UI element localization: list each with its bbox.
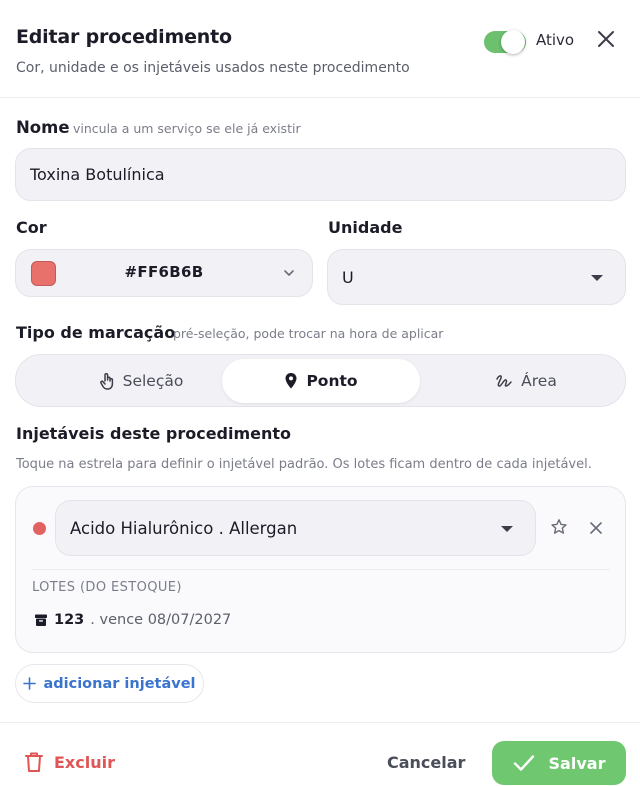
dialog-footer: Excluir Cancelar Salvar <box>0 722 640 786</box>
delete-label: Excluir <box>54 752 115 772</box>
name-hint: vincula a um serviço se ele já existir <box>73 121 301 136</box>
lots-label: LOTES (DO ESTOQUE) <box>32 580 182 595</box>
active-toggle[interactable] <box>484 30 526 54</box>
save-button[interactable]: Salvar <box>492 741 626 785</box>
set-default-star-button[interactable] <box>550 518 568 540</box>
color-value: #FF6B6B <box>124 263 204 281</box>
hand-pointer-icon <box>99 373 113 390</box>
color-label: Cor <box>16 218 47 237</box>
trash-icon <box>25 752 43 772</box>
caret-down-icon <box>501 526 513 532</box>
cancel-button[interactable]: Cancelar <box>387 753 465 772</box>
injectable-color-dot <box>33 522 46 535</box>
save-label: Salvar <box>548 753 606 773</box>
caret-down-icon <box>591 275 603 281</box>
segment-selecao-label: Seleção <box>122 372 184 390</box>
archive-box-icon <box>35 614 47 626</box>
unit-label: Unidade <box>328 218 403 237</box>
segment-ponto-label: Ponto <box>306 372 358 390</box>
dialog-subtitle: Cor, unidade e os injetáveis usados nest… <box>16 60 410 76</box>
toggle-knob <box>501 30 525 54</box>
name-input[interactable]: Toxina Botulínica <box>15 148 626 201</box>
dialog-title: Editar procedimento <box>16 26 232 48</box>
segment-selecao[interactable]: Seleção <box>66 359 216 403</box>
lot-number: 123 <box>54 612 85 628</box>
close-icon <box>590 522 602 534</box>
unit-value: U <box>342 267 354 287</box>
segment-ponto[interactable]: Ponto <box>222 359 420 403</box>
plus-icon <box>23 677 37 690</box>
remove-injectable-button[interactable] <box>589 520 603 539</box>
injectable-select[interactable]: Acido Hialurônico . Allergan <box>55 500 536 556</box>
map-pin-icon <box>285 373 297 389</box>
marking-type-hint: pré-seleção, pode trocar na hora de apli… <box>173 326 444 341</box>
delete-button[interactable]: Excluir <box>24 751 115 773</box>
injectable-name: Acido Hialurônico . Allergan <box>70 518 298 538</box>
color-select[interactable]: #FF6B6B <box>15 249 313 297</box>
injectable-card: Acido Hialurônico . Allergan LOTES (DO E… <box>15 486 626 653</box>
marking-type-label: Tipo de marcação <box>16 323 176 342</box>
check-icon <box>513 755 534 771</box>
injectables-hint: Toque na estrela para definir o injetáve… <box>16 457 592 472</box>
close-button[interactable] <box>594 27 618 51</box>
marking-type-segmented-control: Seleção Ponto Área <box>15 354 626 407</box>
close-icon <box>598 31 614 47</box>
lot-expiry: . vence 08/07/2027 <box>90 612 232 628</box>
add-injectable-label: adicionar injetável <box>43 675 196 692</box>
card-divider <box>32 569 610 570</box>
injectables-title: Injetáveis deste procedimento <box>16 424 292 443</box>
add-injectable-button[interactable]: adicionar injetável <box>15 664 204 703</box>
dialog-header: Editar procedimento Cor, unidade e os in… <box>0 0 640 98</box>
chevron-down-icon <box>284 270 294 276</box>
lot-row: 123 . vence 08/07/2027 <box>34 612 231 628</box>
segment-area-label: Área <box>521 372 557 390</box>
scribble-icon <box>496 375 512 387</box>
unit-select[interactable]: U <box>327 249 626 305</box>
active-toggle-label: Ativo <box>536 31 575 49</box>
name-label: Nome <box>16 118 70 137</box>
star-icon <box>551 519 567 534</box>
segment-area[interactable]: Área <box>436 359 616 403</box>
